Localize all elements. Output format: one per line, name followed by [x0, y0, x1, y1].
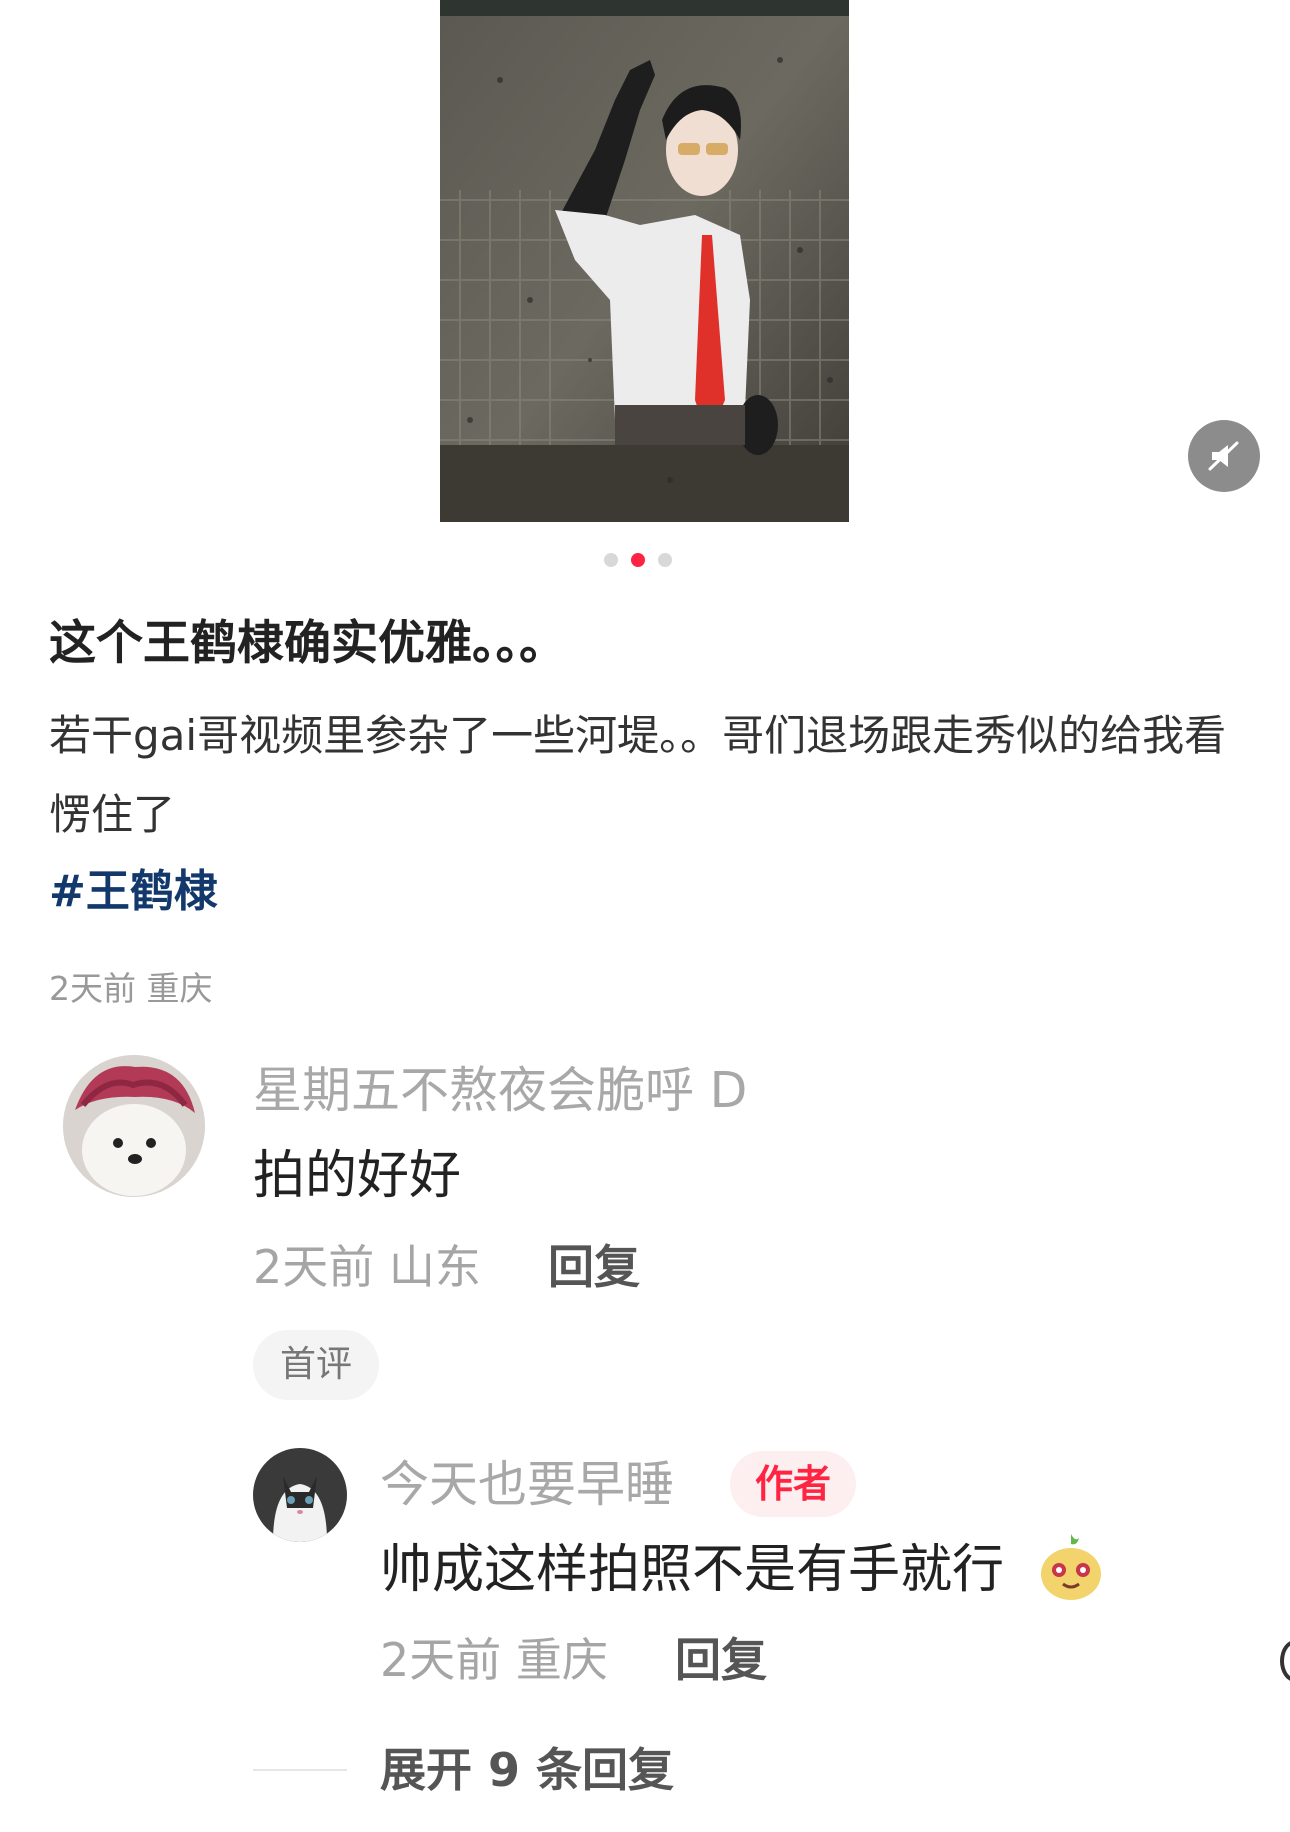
reply-username[interactable]: 今天也要早睡 — [380, 1454, 674, 1516]
comment-meta: 2天前 山东 — [253, 1240, 481, 1294]
post-photo[interactable] — [440, 0, 849, 522]
cat-avatar-image — [253, 1448, 347, 1542]
partial-icon — [1280, 1640, 1290, 1682]
expand-replies-button[interactable]: 展开 9 条回复 — [380, 1740, 674, 1800]
post-body: 若干gai哥视频里参杂了一些河堤。。哥们退场跟走秀似的给我看愣住了 — [49, 711, 1227, 839]
reply-meta: 2天前 重庆 — [380, 1633, 608, 1687]
hashtag-link[interactable]: #王鹤棣 — [49, 862, 218, 922]
carousel-dot[interactable] — [658, 553, 672, 567]
comment-username[interactable]: 星期五不熬夜会脆呼 D — [253, 1060, 747, 1122]
author-badge: 作者 — [730, 1451, 856, 1517]
happy-face-emoji-icon — [1037, 1532, 1105, 1602]
reply-text: 帅成这样拍照不是有手就行 — [380, 1540, 1005, 1600]
avatar[interactable] — [63, 1055, 205, 1197]
first-comment-badge: 首评 — [253, 1330, 379, 1400]
divider — [253, 1769, 347, 1771]
carousel-dot-active[interactable] — [631, 553, 645, 567]
avatar[interactable] — [253, 1448, 347, 1542]
post-title: 这个王鹤棣确实优雅。。。 — [49, 616, 566, 671]
mute-button[interactable] — [1188, 420, 1260, 492]
reply-button[interactable]: 回复 — [548, 1237, 640, 1297]
carousel-indicator — [604, 553, 672, 567]
carousel-dot[interactable] — [604, 553, 618, 567]
photo-illustration — [440, 0, 849, 522]
reply-button[interactable]: 回复 — [675, 1630, 767, 1690]
volume-off-icon — [1208, 441, 1239, 471]
post-meta: 2天前 重庆 — [49, 969, 213, 1008]
comment-text: 拍的好好 — [253, 1146, 462, 1206]
dog-avatar-image — [63, 1055, 205, 1197]
